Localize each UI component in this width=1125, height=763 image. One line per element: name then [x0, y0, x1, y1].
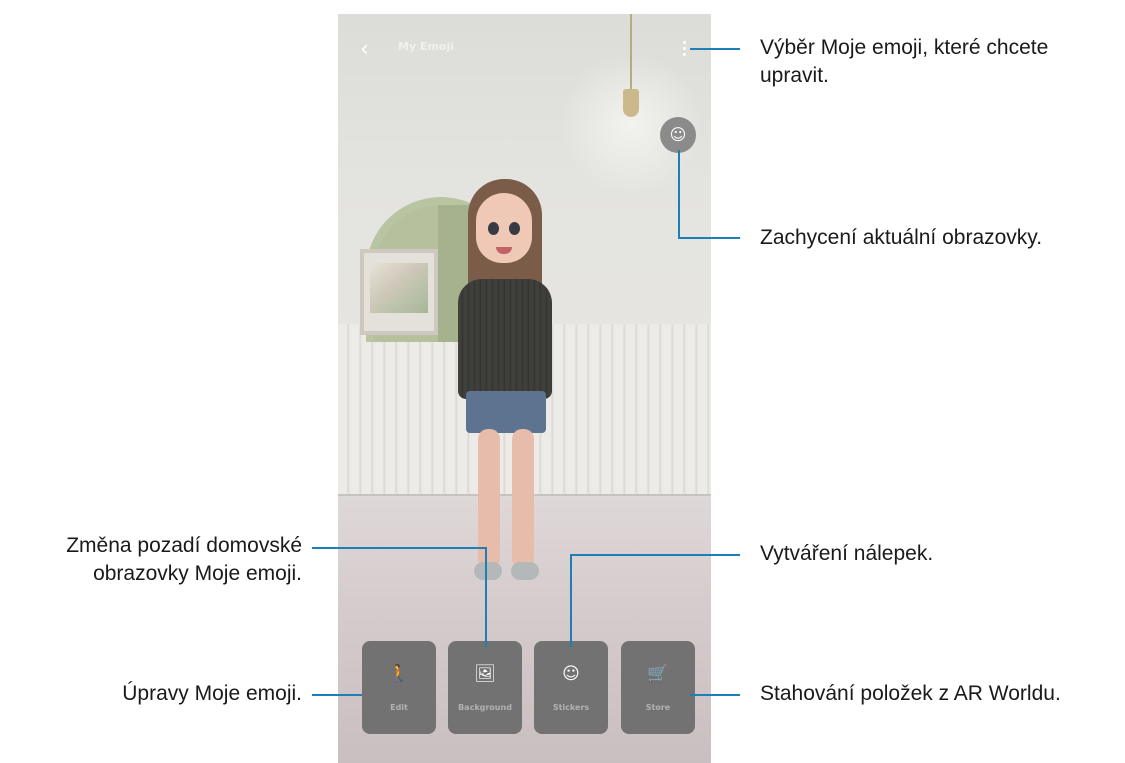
callout-edit-emoji: Úpravy Moje emoji.	[122, 682, 302, 705]
background-button[interactable]: 🖼 Background	[448, 641, 522, 734]
leader-line-background-v	[485, 547, 487, 647]
chevron-left-icon: ‹	[360, 37, 369, 62]
sticker-icon: ☺	[562, 664, 580, 684]
store-button[interactable]: 🛒 Store	[621, 641, 695, 734]
leader-line-stickers-v	[570, 554, 572, 647]
store-label: Store	[645, 703, 671, 712]
leader-line-background-h	[312, 547, 487, 549]
avatar-shoe	[511, 562, 539, 580]
callout-capture-screen: Zachycení aktuální obrazovky.	[760, 226, 1043, 249]
callout-select-emoji: Výběr Moje emoji, které chcete upravit.	[760, 36, 1049, 87]
back-button[interactable]: ‹	[360, 38, 384, 62]
edit-button[interactable]: 🚶 Edit	[362, 641, 436, 734]
leader-line-stickers-h	[570, 554, 740, 556]
emoji-home-screen: ‹ My Emoji ☺ 🚶 Edit 🖼 Background ☺ Stick…	[338, 14, 711, 763]
leader-line-edit	[312, 694, 362, 696]
lamp-cord	[630, 14, 632, 89]
picture-frame	[360, 249, 438, 335]
leader-line-capture-h	[678, 237, 740, 239]
callout-create-stickers: Vytváření nálepek.	[760, 542, 934, 565]
stickers-label: Stickers	[552, 703, 590, 712]
stickers-button[interactable]: ☺ Stickers	[534, 641, 608, 734]
cart-icon: 🛒	[647, 664, 669, 684]
avatar-shorts	[466, 391, 546, 433]
callout-change-background: Změna pozadí domovské obrazovky Moje emo…	[66, 534, 302, 585]
leader-line-capture-v	[678, 150, 680, 238]
lamp-bulb	[623, 89, 639, 117]
avatar-shoe	[474, 562, 502, 580]
leader-line-more	[690, 48, 740, 50]
avatar-leg	[512, 429, 534, 569]
image-icon: 🖼	[474, 664, 496, 684]
avatar-eye	[488, 222, 499, 235]
leader-line-store	[690, 694, 740, 696]
capture-button[interactable]: ☺	[660, 117, 696, 153]
callout-download-items: Stahování položek z AR Worldu.	[760, 682, 1061, 705]
avatar-sweater	[458, 279, 552, 399]
background-label: Background	[458, 703, 512, 712]
emoji-avatar[interactable]	[456, 179, 586, 599]
page-title: My Emoji	[398, 40, 455, 53]
edit-label: Edit	[390, 703, 408, 712]
person-icon: 🚶	[388, 664, 410, 684]
face-scan-icon: ☺	[669, 125, 687, 144]
avatar-eye	[509, 222, 520, 235]
more-options-button[interactable]	[676, 38, 692, 62]
